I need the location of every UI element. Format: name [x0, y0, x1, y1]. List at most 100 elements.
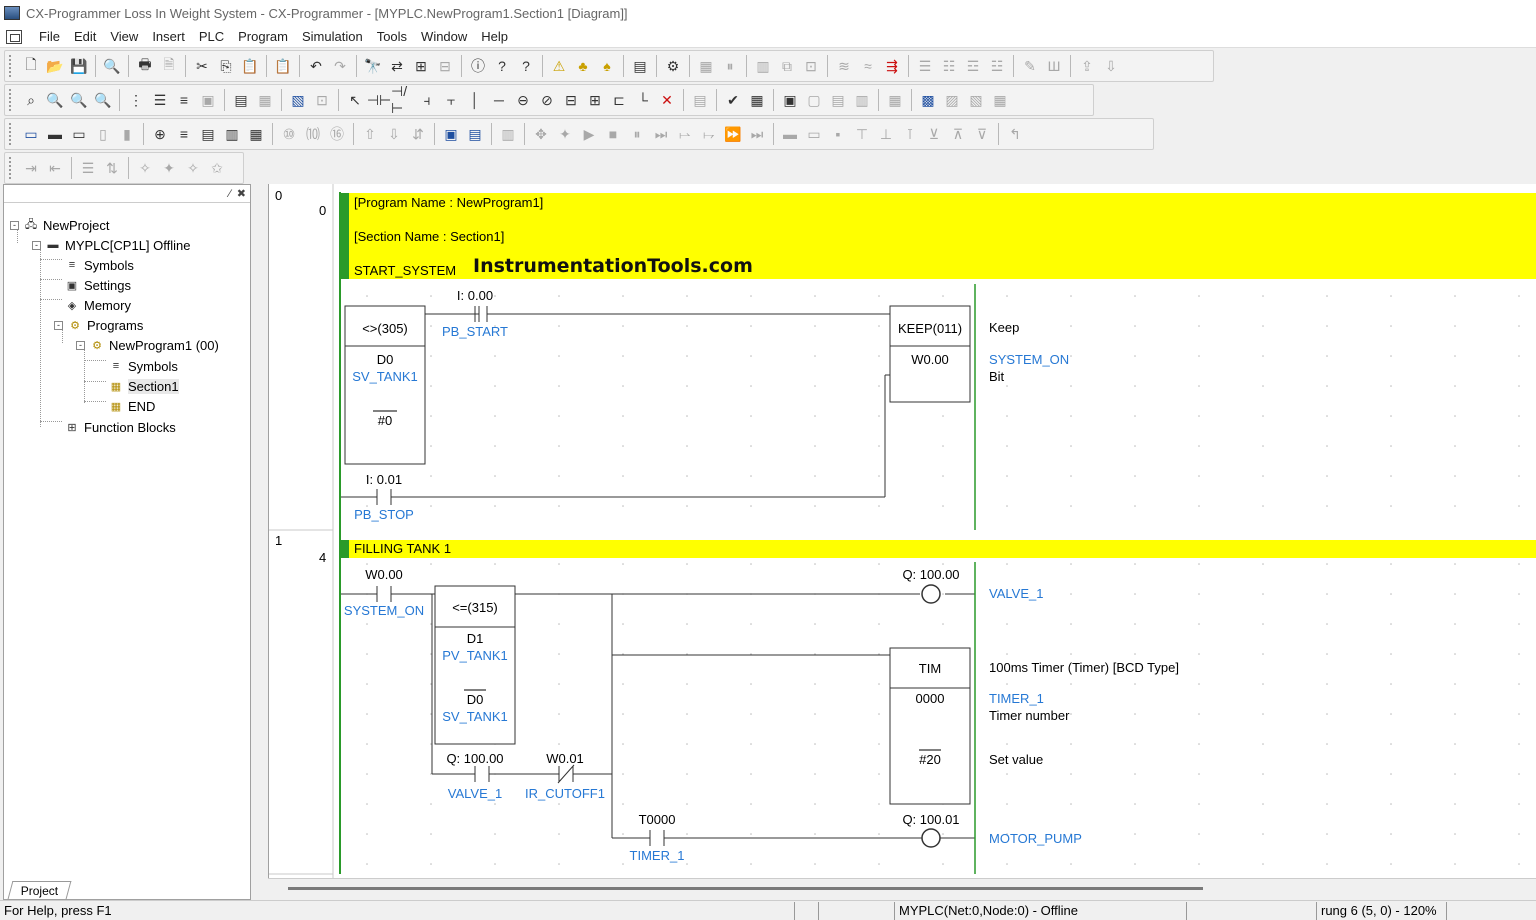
- break-all-icon[interactable]: ▭: [802, 122, 826, 146]
- tree-collapse-icon[interactable]: -: [76, 340, 85, 350]
- tree-item-newprogram1-00[interactable]: - ⚙ NewProgram1 (00): [76, 335, 219, 355]
- select-mode-icon[interactable]: ↖: [343, 88, 367, 112]
- zoom-icon[interactable]: 🔍: [67, 88, 91, 112]
- time-chart-icon[interactable]: ≈: [856, 54, 880, 78]
- step-out-icon[interactable]: ⥟: [697, 122, 721, 146]
- simulator-start-icon[interactable]: ▣: [439, 122, 463, 146]
- tree-collapse-icon[interactable]: -: [54, 320, 63, 330]
- ladder-diagram[interactable]: 0 0 1 4 [Program Name : NewProgram1] [Se…: [268, 184, 1536, 878]
- copy-icon[interactable]: ⎘: [214, 54, 238, 78]
- data-set-icon[interactable]: ⊻: [922, 122, 946, 146]
- undo-icon[interactable]: ↶: [304, 54, 328, 78]
- list-icon[interactable]: ☰: [76, 156, 100, 180]
- tab-project[interactable]: Project: [7, 881, 72, 899]
- trace-icon[interactable]: ⊤: [850, 122, 874, 146]
- or-nc-icon[interactable]: ⫟: [439, 88, 463, 112]
- stop-icon[interactable]: ■: [601, 122, 625, 146]
- context-help-icon[interactable]: ?: [514, 54, 538, 78]
- menu-program[interactable]: Program: [231, 29, 295, 44]
- print-preview-icon[interactable]: 🔍: [100, 54, 124, 78]
- mark-prev-icon[interactable]: ✧: [181, 156, 205, 180]
- tree-item-memory[interactable]: ◈ Memory: [64, 295, 131, 315]
- debug-mode-icon[interactable]: ▨: [940, 88, 964, 112]
- simulator-debug-icon[interactable]: ▥: [496, 122, 520, 146]
- find-address-icon[interactable]: ⊟: [433, 54, 457, 78]
- pause-icon[interactable]: ⏸: [718, 54, 742, 78]
- symbol-icon[interactable]: ▤: [229, 88, 253, 112]
- mark-next-icon[interactable]: ✦: [157, 156, 181, 180]
- window-watch-icon[interactable]: ▭: [67, 122, 91, 146]
- cross-ref-icon[interactable]: ♠: [595, 54, 619, 78]
- breakpoint-icon[interactable]: ▬: [778, 122, 802, 146]
- contact-system-on[interactable]: W0.00 SYSTEM_ON: [341, 567, 435, 618]
- data-reset-icon[interactable]: ⊼: [946, 122, 970, 146]
- new-icon[interactable]: 🗋: [19, 54, 43, 78]
- address-icon[interactable]: ⊡: [310, 88, 334, 112]
- toolbar-grip[interactable]: [9, 157, 13, 179]
- document-menu-icon[interactable]: [6, 29, 22, 44]
- offline-icon[interactable]: ▢: [802, 88, 826, 112]
- differential-icon[interactable]: ▥: [850, 88, 874, 112]
- cancel-icon[interactable]: Ш: [1042, 54, 1066, 78]
- contact-nc-icon[interactable]: ⊣/⊢: [391, 83, 415, 116]
- print-icon[interactable]: 🖶: [133, 54, 157, 78]
- data-trace-icon[interactable]: ≋: [832, 54, 856, 78]
- tree-item-settings[interactable]: ▣ Settings: [64, 275, 131, 295]
- return-icon[interactable]: ↰: [1003, 122, 1027, 146]
- task-icon[interactable]: ▤: [196, 122, 220, 146]
- zoom-fit-icon[interactable]: 🔍: [43, 88, 67, 112]
- view-chart-icon[interactable]: ☳: [985, 54, 1009, 78]
- hline-icon[interactable]: ─: [487, 88, 511, 112]
- menu-tools[interactable]: Tools: [370, 29, 414, 44]
- pane-grip[interactable]: ∕: [229, 188, 231, 200]
- line-connect-icon[interactable]: └: [631, 88, 655, 112]
- upload-icon[interactable]: ⇧: [358, 122, 382, 146]
- simulator-stop-icon[interactable]: ▤: [463, 122, 487, 146]
- pane-close-icon[interactable]: ✖: [237, 187, 246, 200]
- trigger-icon[interactable]: ⊥: [874, 122, 898, 146]
- symbols-icon[interactable]: ≡: [172, 122, 196, 146]
- io-table-icon[interactable]: ▤: [628, 54, 652, 78]
- compare-icon[interactable]: ⧉: [775, 54, 799, 78]
- download-icon[interactable]: ⇩: [382, 122, 406, 146]
- scan-icon[interactable]: ⏭: [745, 122, 769, 146]
- grid-icon[interactable]: ⋮: [124, 88, 148, 112]
- scrollbar-thumb[interactable]: [288, 887, 1203, 890]
- step-over-icon[interactable]: ⥛: [673, 122, 697, 146]
- tree-item-myplc-cp1l-offline[interactable]: - ▬ MYPLC[CP1L] Offline: [32, 235, 190, 255]
- contact-valve-1[interactable]: Q: 100.00 VALVE_1: [446, 751, 503, 801]
- step-into-icon[interactable]: ⏭: [649, 122, 673, 146]
- compare-plc-icon[interactable]: ⇵: [406, 122, 430, 146]
- data-view-icon[interactable]: ▦: [883, 88, 907, 112]
- tree-collapse-icon[interactable]: -: [32, 240, 41, 250]
- force-icon[interactable]: ⊽: [970, 122, 994, 146]
- paste-icon[interactable]: 📋: [238, 54, 262, 78]
- forced-icon[interactable]: ⇶: [880, 54, 904, 78]
- condition-icon[interactable]: ⊺: [898, 122, 922, 146]
- coil-nc-icon[interactable]: ⊘: [535, 88, 559, 112]
- tree-item-newproject[interactable]: - 🖧 NewProject: [10, 215, 109, 235]
- transfer-from-icon[interactable]: ⇩: [1099, 54, 1123, 78]
- monitor-on-icon[interactable]: ▤: [826, 88, 850, 112]
- window-address-icon[interactable]: ▯: [91, 122, 115, 146]
- contact-pb-stop[interactable]: I: 0.01 PB_STOP: [341, 472, 885, 522]
- menu-plc[interactable]: PLC: [192, 29, 231, 44]
- cut-icon[interactable]: ✂: [190, 54, 214, 78]
- contact-no-icon[interactable]: ⊣⊢: [367, 88, 391, 112]
- tree-item-section1[interactable]: ▦ Section1: [108, 376, 179, 396]
- menu-window[interactable]: Window: [414, 29, 474, 44]
- rung-0[interactable]: [Program Name : NewProgram1] [Section Na…: [341, 193, 1536, 530]
- contact-ir-cutoff1[interactable]: W0.01 IR_CUTOFF1: [525, 751, 605, 801]
- tree-item-symbols[interactable]: ≡ Symbols: [64, 255, 134, 275]
- tree-item-programs[interactable]: - ⚙ Programs: [54, 315, 143, 335]
- tree-item-symbols[interactable]: ≡ Symbols: [108, 356, 178, 376]
- page-preview-icon[interactable]: 🗎: [157, 54, 181, 78]
- program-check-icon[interactable]: ✔: [721, 88, 745, 112]
- replace-icon[interactable]: ⇄: [385, 54, 409, 78]
- find-rung-icon[interactable]: ⊞: [409, 54, 433, 78]
- break-clear-icon[interactable]: ▪: [826, 122, 850, 146]
- menu-view[interactable]: View: [103, 29, 145, 44]
- tree-item-end[interactable]: ▦ END: [108, 396, 156, 416]
- plc-setup-icon[interactable]: ⚙: [661, 54, 685, 78]
- window-output-icon[interactable]: ▬: [43, 122, 67, 146]
